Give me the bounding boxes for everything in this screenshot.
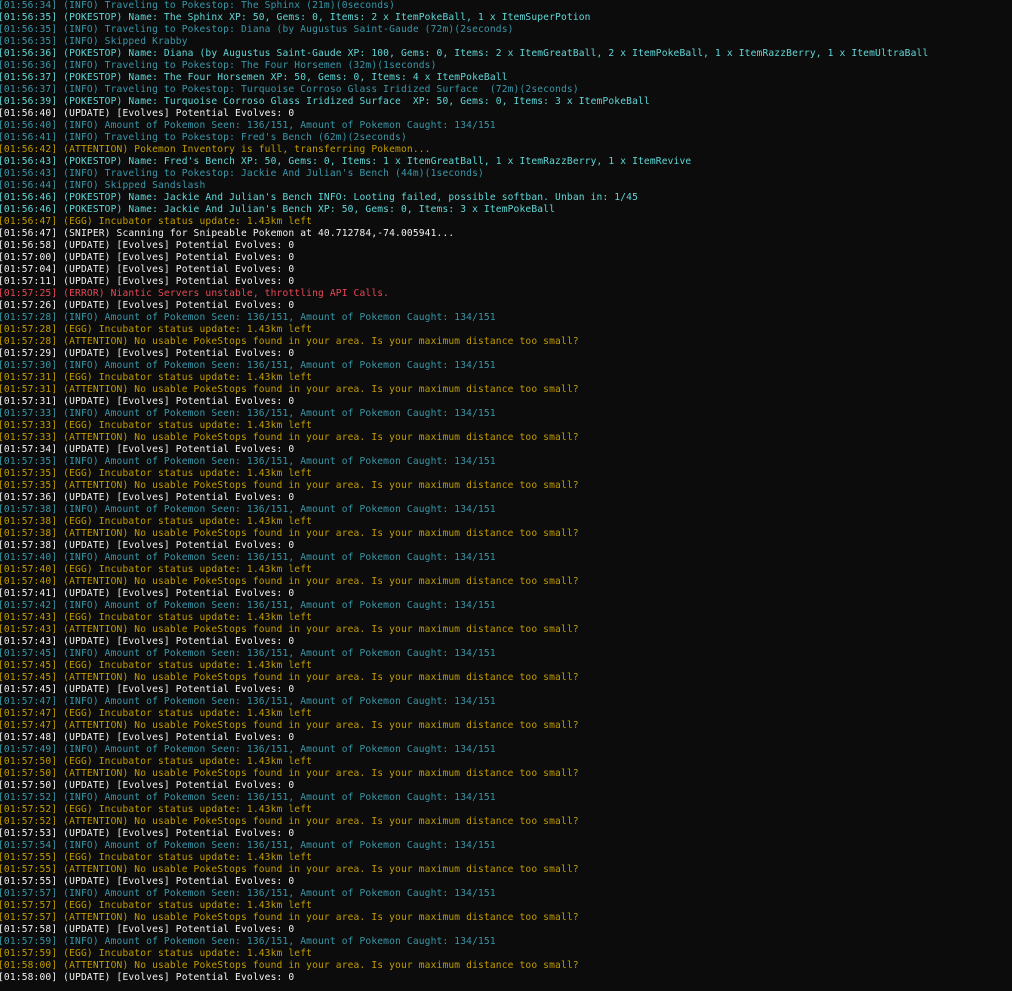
log-line: [01:57:28] (EGG) Incubator status update… — [0, 324, 313, 335]
log-line: [01:57:45] (EGG) Incubator status update… — [0, 660, 313, 671]
log-line: [01:57:35] (ATTENTION) No usable PokeSto… — [0, 480, 579, 491]
log-line: [01:57:59] (EGG) Incubator status update… — [0, 948, 313, 959]
log-line: [01:57:47] (ATTENTION) No usable PokeSto… — [0, 720, 579, 731]
log-line: [01:57:50] (ATTENTION) No usable PokeSto… — [0, 768, 579, 779]
log-line: [01:57:43] (UPDATE) [Evolves] Potential … — [0, 636, 295, 647]
log-line: [01:56:47] (SNIPER) Scanning for Snipeab… — [0, 228, 455, 239]
log-line: [01:57:33] (EGG) Incubator status update… — [0, 420, 313, 431]
log-line: [01:57:50] (EGG) Incubator status update… — [0, 756, 313, 767]
log-line: [01:56:37] (POKESTOP) Name: The Four Hor… — [0, 72, 508, 83]
log-line: [01:57:43] (ATTENTION) No usable PokeSto… — [0, 624, 579, 635]
log-line: [01:57:54] (INFO) Amount of Pokemon Seen… — [0, 840, 496, 851]
log-line: [01:57:52] (ATTENTION) No usable PokeSto… — [0, 816, 579, 827]
log-line: [01:57:49] (INFO) Amount of Pokemon Seen… — [0, 744, 496, 755]
log-line: [01:57:04] (UPDATE) [Evolves] Potential … — [0, 264, 295, 275]
log-line: [01:56:58] (UPDATE) [Evolves] Potential … — [0, 240, 295, 251]
log-line: [01:56:37] (INFO) Traveling to Pokestop:… — [0, 84, 579, 95]
log-line: [01:56:35] (POKESTOP) Name: The Sphinx X… — [0, 12, 591, 23]
log-line: [01:57:36] (UPDATE) [Evolves] Potential … — [0, 492, 295, 503]
log-line: [01:57:55] (UPDATE) [Evolves] Potential … — [0, 876, 295, 887]
log-line: [01:57:35] (INFO) Amount of Pokemon Seen… — [0, 456, 496, 467]
log-line: [01:58:00] (UPDATE) [Evolves] Potential … — [0, 972, 295, 983]
log-line: [01:57:42] (INFO) Amount of Pokemon Seen… — [0, 600, 496, 611]
log-line: [01:56:36] (INFO) Traveling to Pokestop:… — [0, 60, 437, 71]
log-line: [01:56:43] (POKESTOP) Name: Fred's Bench… — [0, 156, 692, 167]
log-line: [01:57:38] (INFO) Amount of Pokemon Seen… — [0, 504, 496, 515]
log-line: [01:57:38] (ATTENTION) No usable PokeSto… — [0, 528, 579, 539]
log-line: [01:57:43] (EGG) Incubator status update… — [0, 612, 313, 623]
log-line: [01:57:52] (EGG) Incubator status update… — [0, 804, 313, 815]
console-output[interactable]: [01:56:34] (INFO) Traveling to Pokestop:… — [0, 0, 1012, 991]
log-line: [01:57:40] (INFO) Amount of Pokemon Seen… — [0, 552, 496, 563]
log-line: [01:57:55] (ATTENTION) No usable PokeSto… — [0, 864, 579, 875]
log-line: [01:56:35] (INFO) Skipped Krabby — [0, 36, 188, 47]
log-line: [01:58:00] (ATTENTION) No usable PokeSto… — [0, 960, 579, 971]
log-line: [01:56:43] (INFO) Traveling to Pokestop:… — [0, 168, 484, 179]
log-line: [01:57:45] (UPDATE) [Evolves] Potential … — [0, 684, 295, 695]
log-line: [01:56:34] (INFO) Traveling to Pokestop:… — [0, 0, 396, 11]
log-line: [01:57:25] (ERROR) Niantic Servers unsta… — [0, 288, 390, 299]
log-line: [01:57:58] (UPDATE) [Evolves] Potential … — [0, 924, 295, 935]
log-line: [01:57:35] (EGG) Incubator status update… — [0, 468, 313, 479]
log-line: [01:57:41] (UPDATE) [Evolves] Potential … — [0, 588, 295, 599]
log-line: [01:56:42] (ATTENTION) Pokemon Inventory… — [0, 144, 431, 155]
log-line: [01:56:47] (EGG) Incubator status update… — [0, 216, 313, 227]
log-line: [01:57:40] (ATTENTION) No usable PokeSto… — [0, 576, 579, 587]
log-line: [01:57:34] (UPDATE) [Evolves] Potential … — [0, 444, 295, 455]
log-line: [01:56:44] (INFO) Skipped Sandslash — [0, 180, 206, 191]
log-line: [01:57:59] (INFO) Amount of Pokemon Seen… — [0, 936, 496, 947]
log-line: [01:56:35] (INFO) Traveling to Pokestop:… — [0, 24, 514, 35]
log-line: [01:57:29] (UPDATE) [Evolves] Potential … — [0, 348, 295, 359]
log-line: [01:57:31] (UPDATE) [Evolves] Potential … — [0, 396, 295, 407]
log-line: [01:57:38] (UPDATE) [Evolves] Potential … — [0, 540, 295, 551]
log-line: [01:57:11] (UPDATE) [Evolves] Potential … — [0, 276, 295, 287]
log-line: [01:57:28] (ATTENTION) No usable PokeSto… — [0, 336, 579, 347]
log-line: [01:56:39] (POKESTOP) Name: Turquoise Co… — [0, 96, 650, 107]
log-line: [01:57:00] (UPDATE) [Evolves] Potential … — [0, 252, 295, 263]
log-line: [01:56:36] (POKESTOP) Name: Diana (by Au… — [0, 48, 929, 59]
log-line: [01:57:47] (INFO) Amount of Pokemon Seen… — [0, 696, 496, 707]
log-line: [01:57:57] (EGG) Incubator status update… — [0, 900, 313, 911]
log-line: [01:57:30] (INFO) Amount of Pokemon Seen… — [0, 360, 496, 371]
log-line: [01:57:55] (EGG) Incubator status update… — [0, 852, 313, 863]
log-line: [01:56:46] (POKESTOP) Name: Jackie And J… — [0, 192, 638, 203]
log-line: [01:57:53] (UPDATE) [Evolves] Potential … — [0, 828, 295, 839]
log-line: [01:56:41] (INFO) Traveling to Pokestop:… — [0, 132, 407, 143]
log-line: [01:57:26] (UPDATE) [Evolves] Potential … — [0, 300, 295, 311]
log-line: [01:57:31] (EGG) Incubator status update… — [0, 372, 313, 383]
log-line: [01:57:45] (INFO) Amount of Pokemon Seen… — [0, 648, 496, 659]
log-line: [01:56:40] (INFO) Amount of Pokemon Seen… — [0, 120, 496, 131]
log-line: [01:57:57] (ATTENTION) No usable PokeSto… — [0, 912, 579, 923]
log-line: [01:57:47] (EGG) Incubator status update… — [0, 708, 313, 719]
log-line: [01:57:38] (EGG) Incubator status update… — [0, 516, 313, 527]
log-line: [01:57:45] (ATTENTION) No usable PokeSto… — [0, 672, 579, 683]
log-line: [01:57:28] (INFO) Amount of Pokemon Seen… — [0, 312, 496, 323]
log-line: [01:57:52] (INFO) Amount of Pokemon Seen… — [0, 792, 496, 803]
log-line: [01:57:33] (ATTENTION) No usable PokeSto… — [0, 432, 579, 443]
log-line: [01:57:48] (UPDATE) [Evolves] Potential … — [0, 732, 295, 743]
log-line: [01:56:46] (POKESTOP) Name: Jackie And J… — [0, 204, 556, 215]
log-line: [01:57:31] (ATTENTION) No usable PokeSto… — [0, 384, 579, 395]
log-line: [01:56:40] (UPDATE) [Evolves] Potential … — [0, 108, 295, 119]
log-line: [01:57:50] (UPDATE) [Evolves] Potential … — [0, 780, 295, 791]
log-line: [01:57:40] (EGG) Incubator status update… — [0, 564, 313, 575]
log-line: [01:57:33] (INFO) Amount of Pokemon Seen… — [0, 408, 496, 419]
log-line: [01:57:57] (INFO) Amount of Pokemon Seen… — [0, 888, 496, 899]
